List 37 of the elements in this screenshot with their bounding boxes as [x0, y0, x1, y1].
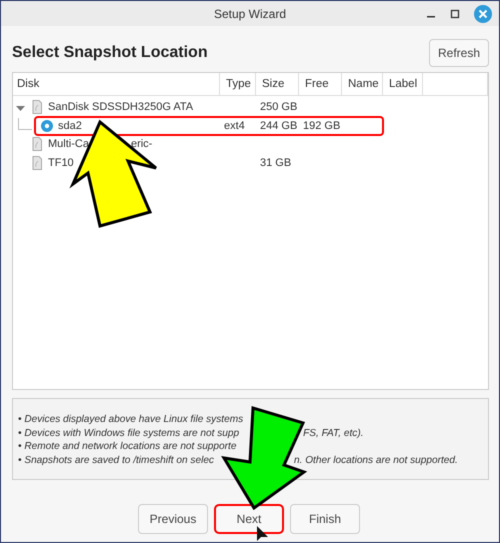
page-heading: Select Snapshot Location — [12, 44, 208, 62]
close-icon[interactable] — [474, 5, 492, 23]
filesystem-type: ext4 — [224, 120, 245, 132]
disk-name: Multi-Ca — [48, 138, 89, 150]
window-title: Setup Wizard — [214, 6, 286, 20]
wizard-button[interactable]: Next — [214, 504, 284, 534]
radio-button[interactable] — [41, 120, 53, 132]
note-text: • Snapshots are saved to /timeshift on selec — [18, 454, 214, 467]
note-text: • Devices displayed above have Linux file systems — [18, 413, 244, 426]
disk-name: SanDisk SDSSDH3250G ATA — [48, 101, 194, 114]
disk-name: eric- — [130, 138, 152, 150]
drive-icon — [32, 137, 42, 152]
free-space: 192 GB — [303, 120, 340, 132]
column-header[interactable]: Free — [299, 73, 342, 95]
drive-icon — [32, 156, 42, 170]
note-text: • Remote and network locations are not supporte — [18, 440, 236, 454]
wizard-button[interactable]: Previous — [138, 504, 208, 534]
column-header[interactable]: Size — [256, 73, 299, 95]
note-text: • Devices with Windows file systems are not supp — [18, 426, 240, 440]
disk-size: 250 GB — [260, 101, 298, 114]
column-header[interactable]: Name — [342, 73, 383, 95]
disk-size: 244 GB — [260, 120, 298, 132]
drive-icon — [32, 100, 42, 114]
disk-name: TF10 — [48, 156, 74, 169]
column-header[interactable]: Label — [383, 73, 423, 95]
cursor-icon — [257, 526, 268, 541]
wizard-button[interactable]: Finish — [290, 504, 360, 534]
note-text: n. Other locations are not supported. — [294, 454, 458, 467]
disk-size: 31 GB — [260, 156, 292, 169]
tree-line — [18, 118, 32, 130]
column-header[interactable]: Disk — [13, 73, 220, 95]
refresh-button[interactable]: Refresh — [429, 39, 489, 67]
column-header[interactable]: Type — [220, 73, 256, 95]
maximize-icon[interactable] — [450, 9, 460, 19]
expand-triangle-icon[interactable] — [16, 104, 25, 114]
disk-name: sda2 — [58, 120, 82, 132]
note-text: FS, FAT, etc). — [303, 426, 364, 440]
